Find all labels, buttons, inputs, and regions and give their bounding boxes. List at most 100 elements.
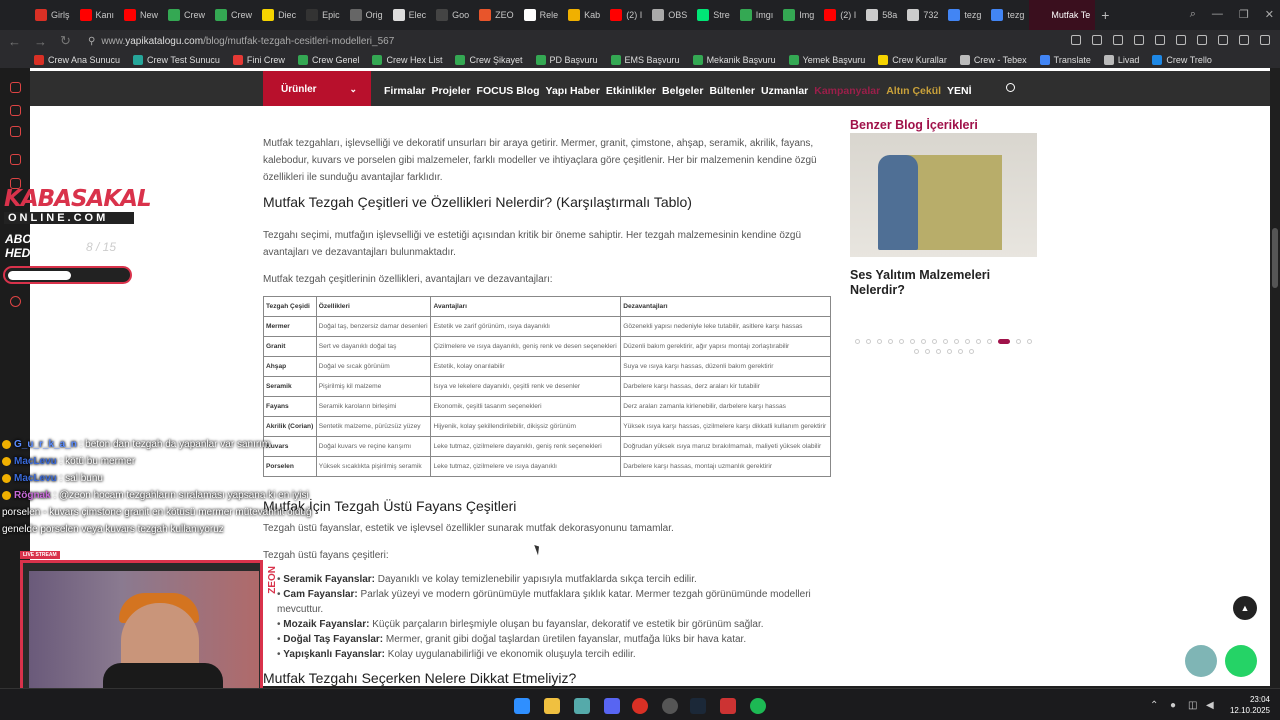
extension-icon[interactable] [1197, 35, 1207, 45]
browser-tab[interactable]: Kanı [75, 0, 120, 30]
browser-tab[interactable]: Stre [692, 0, 735, 30]
nav-link[interactable]: Etkinlikler [606, 85, 656, 97]
nav-link[interactable]: Yapı Haber [546, 85, 600, 97]
carousel-dot[interactable] [888, 339, 893, 344]
page-scrollbar[interactable] [1270, 68, 1280, 688]
carousel-dot[interactable] [943, 339, 948, 344]
nav-link[interactable]: FOCUS Blog [477, 85, 540, 97]
microphone-icon[interactable]: ● [1170, 700, 1176, 711]
nav-link[interactable]: Firmalar [384, 85, 425, 97]
browser-tab[interactable]: ZEO [474, 0, 519, 30]
side-panel-icon[interactable] [10, 154, 21, 165]
browser-tab[interactable]: Goo [431, 0, 474, 30]
extension-icon[interactable] [1176, 35, 1186, 45]
discord-icon[interactable] [604, 698, 620, 714]
clock[interactable]: 23:04 12.10.2025 [1230, 694, 1270, 716]
bookmark-item[interactable]: Crew Trello [1152, 55, 1212, 65]
file-explorer-icon[interactable] [544, 698, 560, 714]
extension-icon[interactable] [1134, 35, 1144, 45]
side-panel-icon[interactable] [10, 82, 21, 93]
steam-icon[interactable] [690, 698, 706, 714]
chat-widget-button[interactable] [1185, 645, 1217, 677]
carousel-dot[interactable] [954, 339, 959, 344]
nav-link[interactable]: Projeler [431, 85, 470, 97]
browser-tab[interactable]: Orig [345, 0, 388, 30]
forward-icon[interactable]: → [34, 34, 52, 49]
scrollbar-thumb[interactable] [1272, 228, 1278, 288]
bookmark-item[interactable]: EMS Başvuru [610, 55, 680, 65]
extension-icon[interactable] [1092, 35, 1102, 45]
start-icon[interactable] [514, 698, 530, 714]
chevron-up-icon[interactable]: ⌃ [1150, 700, 1158, 711]
browser-tab[interactable]: (2) I [819, 0, 861, 30]
extension-icon[interactable] [1155, 35, 1165, 45]
browser-tab[interactable]: Epic [301, 0, 345, 30]
close-icon[interactable]: ✕ [1265, 8, 1274, 21]
bookmark-item[interactable]: PD Başvuru [535, 55, 598, 65]
opera-icon[interactable] [632, 698, 648, 714]
new-tab-button[interactable]: + [1095, 7, 1115, 23]
bookmark-item[interactable]: Crew Hex List [372, 55, 442, 65]
extension-icon[interactable] [1071, 35, 1081, 45]
browser-tab[interactable]: Crew [210, 0, 257, 30]
carousel-dot[interactable] [965, 339, 970, 344]
side-panel-icon[interactable] [10, 126, 21, 137]
spotify-icon[interactable] [750, 698, 766, 714]
browser-tab[interactable]: 732 [902, 0, 943, 30]
nav-link-new[interactable]: YENİ [947, 85, 972, 97]
carousel-dot[interactable] [935, 349, 941, 354]
bookmark-item[interactable]: Livad [1103, 55, 1139, 65]
carousel-dot[interactable] [899, 339, 904, 344]
bookmark-item[interactable]: Crew Ana Sunucu [34, 55, 120, 65]
carousel-dot[interactable] [968, 349, 974, 354]
nav-link[interactable]: Uzmanlar [761, 85, 808, 97]
nav-link-campaigns[interactable]: Kampanyalar [814, 85, 880, 97]
scroll-to-top-button[interactable]: ▲ [1233, 596, 1257, 620]
products-menu-button[interactable]: Ürünler ⌄ [263, 71, 371, 106]
active-browser-tab[interactable]: Mutfak Te [1029, 0, 1096, 30]
settings-icon[interactable] [10, 296, 21, 307]
carousel-dot[interactable] [1016, 339, 1021, 344]
carousel-dot[interactable] [998, 339, 1010, 344]
browser-tab[interactable]: Rele [519, 0, 564, 30]
carousel-dot[interactable] [921, 339, 926, 344]
bookmark-item[interactable]: Crew Kurallar [878, 55, 947, 65]
bookmark-item[interactable]: Crew Şikayet [455, 55, 523, 65]
carousel-dot[interactable] [987, 339, 992, 344]
nav-link-altin-cekul[interactable]: Altın Çekül [886, 85, 941, 97]
site-info-icon[interactable]: ⚲ [88, 36, 95, 47]
whatsapp-button[interactable] [1225, 645, 1257, 677]
volume-icon[interactable]: ◀ [1206, 700, 1214, 711]
carousel-dot[interactable] [877, 339, 882, 344]
menu-icon[interactable] [1260, 35, 1270, 45]
browser-tab[interactable]: Elec [388, 0, 432, 30]
browser-tab[interactable]: OBS [647, 0, 692, 30]
carousel-dot[interactable] [976, 339, 981, 344]
browser-tab[interactable]: tezg [986, 0, 1029, 30]
search-icon[interactable] [1006, 83, 1015, 92]
extension-icon[interactable] [1113, 35, 1123, 45]
browser-tab[interactable]: Kab [563, 0, 605, 30]
network-icon[interactable]: ◫ [1188, 700, 1197, 711]
address-bar[interactable]: ⚲ www.yapikatalogu.com/blog/mutfak-tezga… [88, 36, 394, 47]
bookmark-item[interactable]: Crew Test Sunucu [133, 55, 220, 65]
app-icon[interactable] [720, 698, 736, 714]
bookmark-item[interactable]: Yemek Başvuru [788, 55, 865, 65]
bookmark-item[interactable]: Fini Crew [232, 55, 285, 65]
carousel-dot[interactable] [1027, 339, 1032, 344]
carousel-dot[interactable] [946, 349, 952, 354]
minimize-icon[interactable]: — [1212, 8, 1223, 21]
side-panel-icon[interactable] [10, 105, 21, 116]
reload-icon[interactable]: ↻ [60, 33, 78, 49]
nav-link[interactable]: Bültenler [709, 85, 755, 97]
browser-tab[interactable]: New [119, 0, 163, 30]
carousel-dot[interactable] [957, 349, 963, 354]
nav-link[interactable]: Belgeler [662, 85, 703, 97]
carousel-dot[interactable] [855, 339, 860, 344]
browser-tab[interactable]: Diec [257, 0, 301, 30]
bookmark-item[interactable]: Translate [1039, 55, 1091, 65]
carousel-dot[interactable] [913, 349, 919, 354]
back-icon[interactable]: ← [8, 34, 26, 49]
carousel-dot[interactable] [932, 339, 937, 344]
browser-tab[interactable]: tezg [943, 0, 986, 30]
